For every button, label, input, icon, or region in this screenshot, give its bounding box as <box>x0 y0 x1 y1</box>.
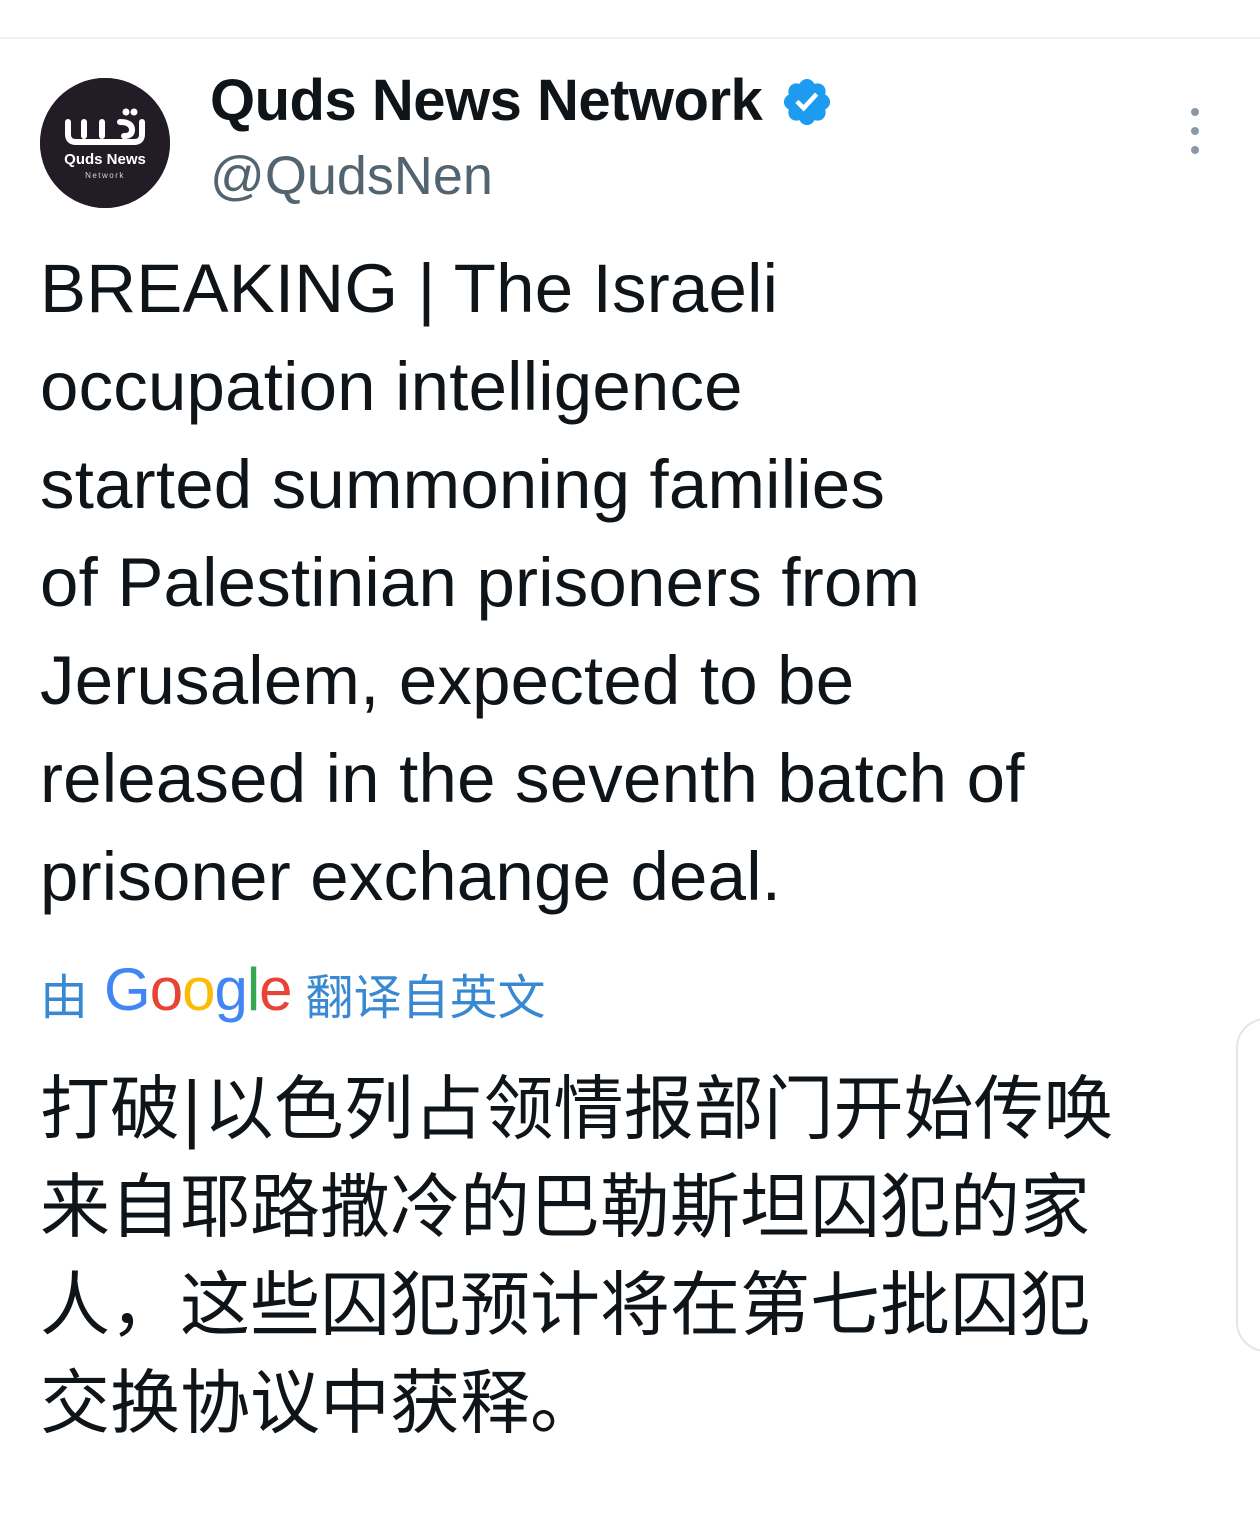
avatar[interactable]: Quds News Network <box>40 78 170 208</box>
author-handle[interactable]: @QudsNen <box>210 142 493 210</box>
logo-subtext: Network <box>85 171 125 180</box>
tweet-text-line: started summoning families <box>40 446 886 523</box>
google-logo-letter: l <box>246 955 260 1023</box>
google-logo-letter: G <box>104 955 151 1023</box>
translate-attribution[interactable]: 由 Google 翻译自英文 <box>40 956 546 1027</box>
tweet-text-line: Jerusalem, expected to be <box>40 642 855 719</box>
translated-text: 打破|以色列占领情报部门开始传唤 来自耶路撒冷的巴勒斯坦囚犯的家 人，这些囚犯预… <box>40 1060 1230 1452</box>
tweet-text-line: occupation intelligence <box>40 348 743 425</box>
logo-text: Quds News <box>64 151 146 168</box>
more-options-button[interactable] <box>1178 108 1212 154</box>
translated-text-line: 来自耶路撒冷的巴勒斯坦囚犯的家 <box>40 1166 1090 1248</box>
tweet-text-line: BREAKING | The Israeli <box>40 250 779 327</box>
quds-news-logo: Quds News Network <box>40 78 170 208</box>
translate-prefix: 由 <box>40 970 89 1026</box>
author-display-name[interactable]: Quds News Network <box>210 66 834 136</box>
translated-text-line: 人，这些囚犯预计将在第七批囚犯 <box>40 1264 1090 1346</box>
more-vertical-icon <box>1191 108 1199 116</box>
google-logo: Google <box>104 955 293 1024</box>
google-logo-letter: o <box>149 955 183 1023</box>
google-logo-letter: o <box>182 955 215 1023</box>
tweet-text-line: of Palestinian prisoners from <box>40 544 921 621</box>
more-dot-middle <box>1191 127 1199 135</box>
tweet-text-line: released in the seventh batch of <box>40 740 1025 817</box>
top-divider <box>0 37 1260 39</box>
tweet-text-line: prisoner exchange deal. <box>40 838 782 915</box>
side-panel-edge <box>1236 1018 1260 1352</box>
more-dot-bottom <box>1191 146 1199 154</box>
translated-text-line: 交换协议中获释。 <box>40 1362 600 1444</box>
google-logo-letter: g <box>214 955 247 1023</box>
google-logo-letter: e <box>259 955 292 1023</box>
verified-badge-icon[interactable] <box>780 75 834 129</box>
tweet-text: BREAKING | The Israeli occupation intell… <box>40 240 1220 926</box>
translate-suffix: 翻译自英文 <box>305 970 546 1026</box>
translated-text-line: 打破|以色列占领情报部门开始传唤 <box>40 1068 1114 1150</box>
author-name-text[interactable]: Quds News Network <box>210 66 763 136</box>
